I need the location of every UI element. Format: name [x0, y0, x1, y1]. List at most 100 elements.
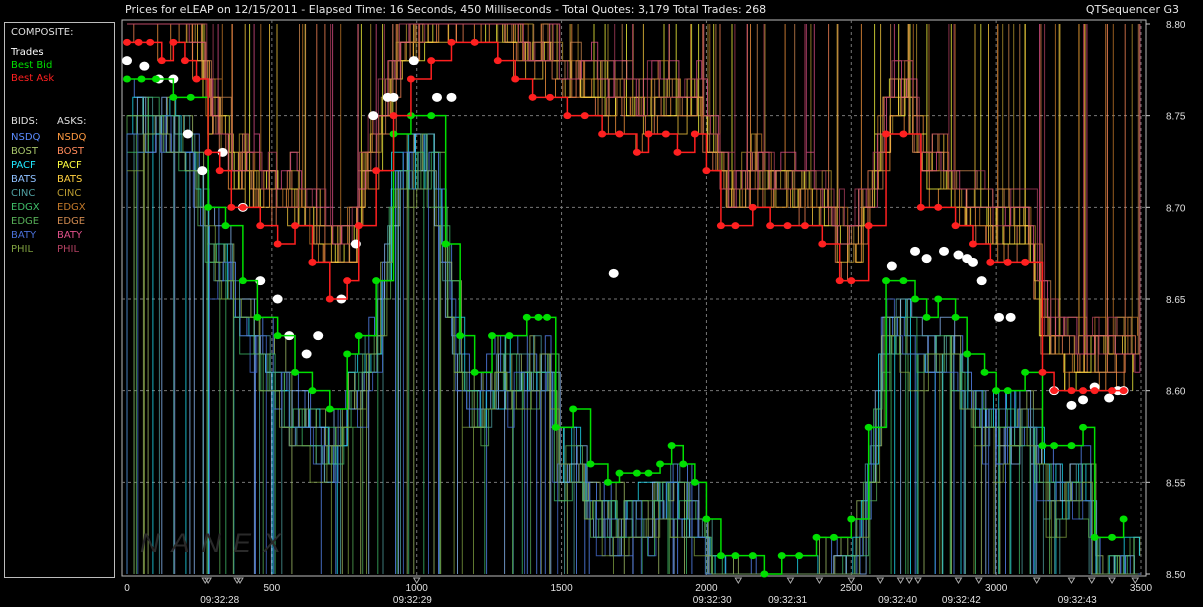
- point-trades: [182, 129, 193, 139]
- time-marker: [1087, 577, 1096, 584]
- point-trades: [910, 246, 921, 256]
- point-best-ask: [1038, 368, 1047, 376]
- point-best-ask: [1108, 387, 1117, 395]
- x-tick-label: 0: [124, 583, 130, 594]
- point-best-ask: [511, 75, 520, 83]
- point-best-ask: [1067, 387, 1076, 395]
- point-best-ask: [134, 38, 143, 46]
- point-best-ask: [673, 148, 682, 156]
- point-best-bid: [456, 332, 465, 340]
- point-trades: [967, 257, 978, 267]
- point-best-bid: [716, 552, 725, 560]
- point-best-ask: [1050, 387, 1059, 395]
- watermark: NANEX: [140, 528, 293, 558]
- x-tick-label: 1500: [550, 583, 573, 594]
- point-best-bid: [569, 405, 578, 413]
- point-best-bid: [980, 368, 989, 376]
- point-trades: [608, 268, 619, 278]
- point-trades: [1005, 312, 1016, 322]
- y-tick-label: 8.65: [1166, 295, 1186, 306]
- y-axis: 8.50 8.55 8.60 8.65 8.70 8.75 8.80: [1146, 20, 1186, 581]
- point-best-ask: [389, 112, 398, 120]
- time-marker: [954, 577, 963, 584]
- point-best-bid: [760, 570, 769, 578]
- time-label: 09:32:42: [942, 595, 981, 606]
- point-best-bid: [864, 423, 873, 431]
- point-best-bid: [1079, 423, 1088, 431]
- point-best-bid: [667, 442, 676, 450]
- point-best-ask: [951, 222, 960, 230]
- point-trades: [313, 331, 324, 341]
- point-best-bid: [644, 469, 653, 477]
- time-marker: [734, 577, 743, 584]
- point-best-bid: [137, 75, 146, 83]
- time-marker: [786, 577, 795, 584]
- point-best-bid: [632, 469, 641, 477]
- point-best-bid: [427, 112, 436, 120]
- point-best-ask: [661, 130, 670, 138]
- point-best-bid: [372, 277, 381, 285]
- point-best-bid: [186, 93, 195, 101]
- point-best-bid: [795, 552, 804, 560]
- point-best-ask: [169, 38, 178, 46]
- point-best-bid: [1119, 515, 1128, 523]
- point-best-ask: [818, 240, 827, 248]
- point-best-ask: [563, 112, 572, 120]
- time-marker: [876, 577, 885, 584]
- point-best-ask: [406, 75, 415, 83]
- point-best-ask: [748, 203, 757, 211]
- point-best-ask: [968, 240, 977, 248]
- point-best-bid: [615, 469, 624, 477]
- point-best-ask: [256, 222, 265, 230]
- point-best-bid: [343, 350, 352, 358]
- y-tick-label: 8.70: [1166, 203, 1186, 214]
- point-best-bid: [221, 222, 230, 230]
- x-tick-label: 2000: [695, 583, 718, 594]
- time-label: 09:32:28: [200, 595, 239, 606]
- point-best-ask: [123, 38, 131, 46]
- point-best-ask: [1090, 387, 1099, 395]
- point-trades: [408, 56, 419, 66]
- point-best-ask: [644, 130, 653, 138]
- time-label: 09:32:30: [693, 595, 732, 606]
- point-best-ask: [986, 258, 995, 266]
- point-best-bid: [354, 332, 363, 340]
- point-best-ask: [215, 167, 224, 175]
- point-best-bid: [470, 368, 479, 376]
- point-trades: [1066, 400, 1077, 410]
- point-best-bid: [911, 295, 920, 303]
- point-best-ask: [180, 57, 189, 65]
- point-best-bid: [505, 332, 514, 340]
- time-label: 09:32:43: [1058, 595, 1097, 606]
- point-best-bid: [253, 313, 262, 321]
- point-best-ask: [598, 130, 607, 138]
- point-best-ask: [192, 75, 201, 83]
- point-trades: [446, 92, 457, 102]
- x-tick-label: 1000: [406, 583, 429, 594]
- point-best-bid: [273, 332, 282, 340]
- time-marker: [815, 577, 824, 584]
- point-best-ask: [716, 222, 725, 230]
- point-best-ask: [157, 57, 166, 65]
- point-trades: [1104, 393, 1115, 403]
- time-label: 09:32:29: [393, 595, 432, 606]
- point-trades: [388, 92, 399, 102]
- point-best-bid: [899, 277, 908, 285]
- point-best-ask: [343, 277, 352, 285]
- time-marker: [1067, 577, 1076, 584]
- point-best-ask: [427, 57, 436, 65]
- point-best-ask: [354, 222, 363, 230]
- point-best-bid: [308, 387, 317, 395]
- point-best-bid: [534, 313, 543, 321]
- time-label: 09:32:40: [878, 595, 917, 606]
- point-best-bid: [603, 478, 612, 486]
- x-tick-label: 2500: [840, 583, 863, 594]
- point-best-bid: [238, 277, 247, 285]
- point-best-bid: [1090, 533, 1099, 541]
- x-tick-label: 3500: [1130, 583, 1153, 594]
- point-best-bid: [1067, 442, 1076, 450]
- point-trades: [1078, 395, 1089, 405]
- venue-line-bid-baty: [126, 115, 1139, 575]
- y-tick-label: 8.75: [1166, 112, 1186, 123]
- point-best-bid: [748, 552, 757, 560]
